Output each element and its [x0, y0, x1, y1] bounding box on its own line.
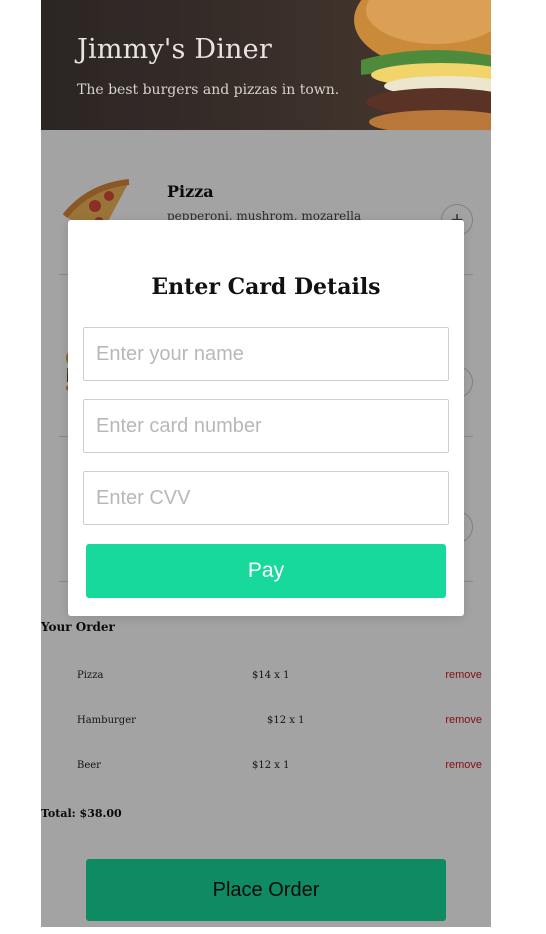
burger-hero-image — [354, 0, 491, 130]
hero-header: Jimmy's Diner The best burgers and pizza… — [41, 0, 491, 130]
restaurant-tagline: The best burgers and pizzas in town. — [77, 82, 340, 98]
pay-button[interactable]: Pay — [86, 544, 446, 598]
card-details-modal: Enter Card Details Pay — [68, 220, 464, 616]
cvv-input[interactable] — [83, 471, 449, 525]
card-number-input[interactable] — [83, 399, 449, 453]
name-input[interactable] — [83, 327, 449, 381]
modal-title: Enter Card Details — [151, 274, 381, 300]
restaurant-title: Jimmy's Diner — [77, 34, 272, 65]
